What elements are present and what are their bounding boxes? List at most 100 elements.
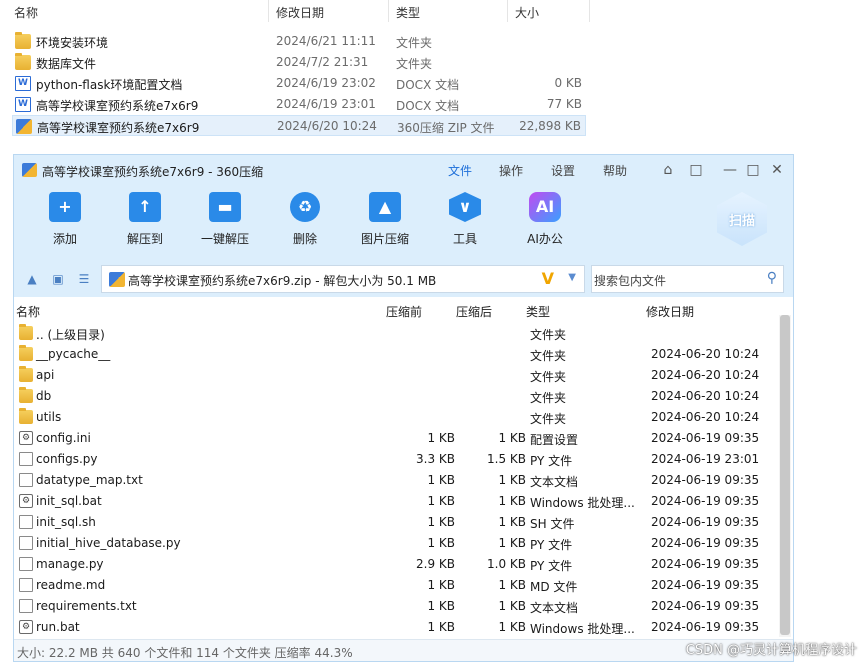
size-after: 1 KB: [498, 494, 526, 508]
list-item[interactable]: Wpython-flask环境配置文档 2024/6/19 23:02 DOCX 文…: [12, 73, 586, 94]
table-row[interactable]: api 文件夹 2024-06-20 10:24: [16, 365, 779, 386]
column-type[interactable]: 类型: [396, 4, 420, 21]
column-name[interactable]: 名称: [16, 303, 40, 320]
column-name[interactable]: 名称: [14, 4, 38, 21]
column-before[interactable]: 压缩前: [386, 303, 422, 320]
delete-button[interactable]: ♻ 删除: [270, 192, 340, 247]
ai-office-icon: AI: [529, 192, 561, 222]
list-item[interactable]: 高等学校课室预约系统e7x6r9 2024/6/20 10:24 360压缩 ZIP…: [12, 115, 586, 136]
menu-settings[interactable]: 设置: [551, 162, 575, 179]
add-button[interactable]: + 添加: [30, 192, 100, 247]
table-row[interactable]: requirements.txt 1 KB 1 KB 文本文档 2024-06-19 0…: [16, 596, 779, 617]
image-compress-icon: ▲: [369, 192, 401, 222]
extract-to-label: 解压到: [126, 232, 163, 246]
size-after: 1 KB: [498, 515, 526, 529]
file-type: 360压缩 ZIP 文件: [397, 121, 495, 135]
minimize-icon[interactable]: —: [721, 161, 739, 179]
file-date: 2024-06-19 09:35: [651, 515, 760, 529]
file-type: Windows 批处理...: [530, 496, 635, 510]
chevron-down-icon[interactable]: ▼: [568, 272, 576, 283]
tools-button[interactable]: ∨ 工具: [430, 192, 500, 247]
table-row[interactable]: initial_hive_database.py 1 KB 1 KB PY 文件 202…: [16, 533, 779, 554]
close-icon[interactable]: ✕: [768, 161, 786, 179]
list-view-icon[interactable]: ☰: [76, 271, 92, 287]
file-icon: [19, 452, 33, 466]
file-date: 2024/7/2 21:31: [276, 55, 369, 69]
column-type[interactable]: 类型: [526, 303, 550, 320]
table-row[interactable]: init_sql.sh 1 KB 1 KB SH 文件 2024-06-19 09:35: [16, 512, 779, 533]
ai-office-label: AI办公: [527, 232, 563, 246]
menu-help[interactable]: 帮助: [603, 162, 627, 179]
file-type: 文件夹: [530, 370, 567, 384]
docx-icon: W: [15, 97, 31, 112]
table-row[interactable]: ⚙ run.bat 1 KB 1 KB Windows 批处理... 2024-06-19…: [16, 617, 779, 638]
table-row[interactable]: utils 文件夹 2024-06-20 10:24: [16, 407, 779, 428]
one-click-extract-button[interactable]: ▬ 一键解压: [190, 192, 260, 247]
table-row[interactable]: ⚙ init_sql.bat 1 KB 1 KB Windows 批处理... 2024-…: [16, 491, 779, 512]
file-date: 2024/6/19 23:01: [276, 97, 376, 111]
thumbnail-view-icon[interactable]: ▣: [50, 271, 66, 287]
extract-to-icon: ↑: [129, 192, 161, 222]
file-date: 2024-06-19 23:01: [651, 452, 760, 466]
vertical-scrollbar[interactable]: [779, 315, 791, 637]
verified-icon[interactable]: V: [542, 269, 554, 288]
skin-icon[interactable]: ⌂: [659, 161, 677, 179]
file-name: config.ini: [36, 431, 91, 445]
column-separator[interactable]: [589, 0, 590, 22]
table-row[interactable]: db 文件夹 2024-06-20 10:24: [16, 386, 779, 407]
window-title: 高等学校课室预约系统e7x6r9 - 360压缩: [42, 165, 264, 179]
file-type: PY 文件: [530, 538, 573, 552]
file-name: configs.py: [36, 452, 98, 466]
search-input[interactable]: 搜索包内文件 ⚲: [591, 265, 784, 293]
column-separator[interactable]: [507, 0, 508, 22]
column-separator[interactable]: [388, 0, 389, 22]
column-date[interactable]: 修改日期: [276, 4, 324, 21]
menu-file[interactable]: 文件: [448, 162, 472, 179]
menu-operate[interactable]: 操作: [499, 162, 523, 179]
table-row[interactable]: readme.md 1 KB 1 KB MD 文件 2024-06-19 09:35: [16, 575, 779, 596]
image-compress-button[interactable]: ▲ 图片压缩: [350, 192, 420, 247]
file-name: db: [36, 389, 52, 403]
address-bar-row: ▲ ▣ ☰ 高等学校课室预约系统e7x6r9.zip - 解包大小为 50.1 …: [14, 261, 793, 297]
settings-file-icon: ⚙: [19, 620, 33, 634]
status-text: 大小: 22.2 MB 共 640 个文件和 114 个文件夹 压缩率 44.3…: [17, 646, 353, 660]
file-date: 2024/6/21 11:11: [276, 34, 376, 48]
archive-path-field[interactable]: 高等学校课室预约系统e7x6r9.zip - 解包大小为 50.1 MB V ▼: [101, 265, 585, 293]
image-compress-label: 图片压缩: [360, 232, 409, 246]
file-name: init_sql.bat: [36, 494, 102, 508]
file-icon: [19, 578, 33, 592]
file-type: 文件夹: [396, 57, 433, 71]
scrollbar-thumb[interactable]: [780, 315, 790, 635]
docx-icon: W: [15, 76, 31, 91]
file-type: 文件夹: [530, 349, 567, 363]
title-bar[interactable]: 高等学校课室预约系统e7x6r9 - 360压缩 文件 操作 设置 帮助 ⌂ □…: [14, 155, 793, 186]
list-item[interactable]: W 高等学校课室预约系统e7x6r9 2024/6/19 23:01 DOCX 文档 7…: [12, 94, 586, 115]
file-date: 2024-06-19 09:35: [651, 536, 760, 550]
column-date[interactable]: 修改日期: [646, 303, 694, 320]
table-row[interactable]: __pycache__ 文件夹 2024-06-20 10:24: [16, 344, 779, 365]
file-type: 配置设置: [530, 433, 579, 447]
table-row[interactable]: datatype_map.txt 1 KB 1 KB 文本文档 2024-06-19 0…: [16, 470, 779, 491]
table-row[interactable]: ⚙ config.ini 1 KB 1 KB 配置设置 2024-06-19 09:35: [16, 428, 779, 449]
column-size[interactable]: 大小: [515, 4, 539, 21]
scan-button[interactable]: 扫描: [717, 192, 773, 252]
archive-file-list: 名称 压缩前 压缩后 类型 修改日期 .. (上级目录) 文件夹 __pycache…: [14, 297, 779, 639]
search-icon[interactable]: ⚲: [767, 270, 777, 286]
file-name: 高等学校课室预约系统e7x6r9: [36, 99, 199, 113]
column-separator[interactable]: [268, 0, 269, 22]
ai-office-button[interactable]: AI AI办公: [510, 192, 580, 247]
table-row[interactable]: .. (上级目录) 文件夹: [16, 323, 779, 344]
column-after[interactable]: 压缩后: [456, 303, 492, 320]
folder-icon: [15, 32, 31, 49]
table-row[interactable]: manage.py 2.9 KB 1.0 KB PY 文件 2024-06-19 09:…: [16, 554, 779, 575]
feedback-icon[interactable]: □: [687, 161, 705, 179]
file-date: 2024/6/19 23:02: [276, 76, 376, 90]
list-item[interactable]: 环境安装环境 2024/6/21 11:11 文件夹: [12, 31, 586, 52]
file-name: init_sql.sh: [36, 515, 96, 529]
one-click-extract-label: 一键解压: [200, 232, 249, 246]
up-level-icon[interactable]: ▲: [24, 271, 40, 287]
list-item[interactable]: 数据库文件 2024/7/2 21:31 文件夹: [12, 52, 586, 73]
table-row[interactable]: configs.py 3.3 KB 1.5 KB PY 文件 2024-06-19 23…: [16, 449, 779, 470]
maximize-icon[interactable]: □: [744, 161, 762, 179]
extract-to-button[interactable]: ↑ 解压到: [110, 192, 180, 247]
